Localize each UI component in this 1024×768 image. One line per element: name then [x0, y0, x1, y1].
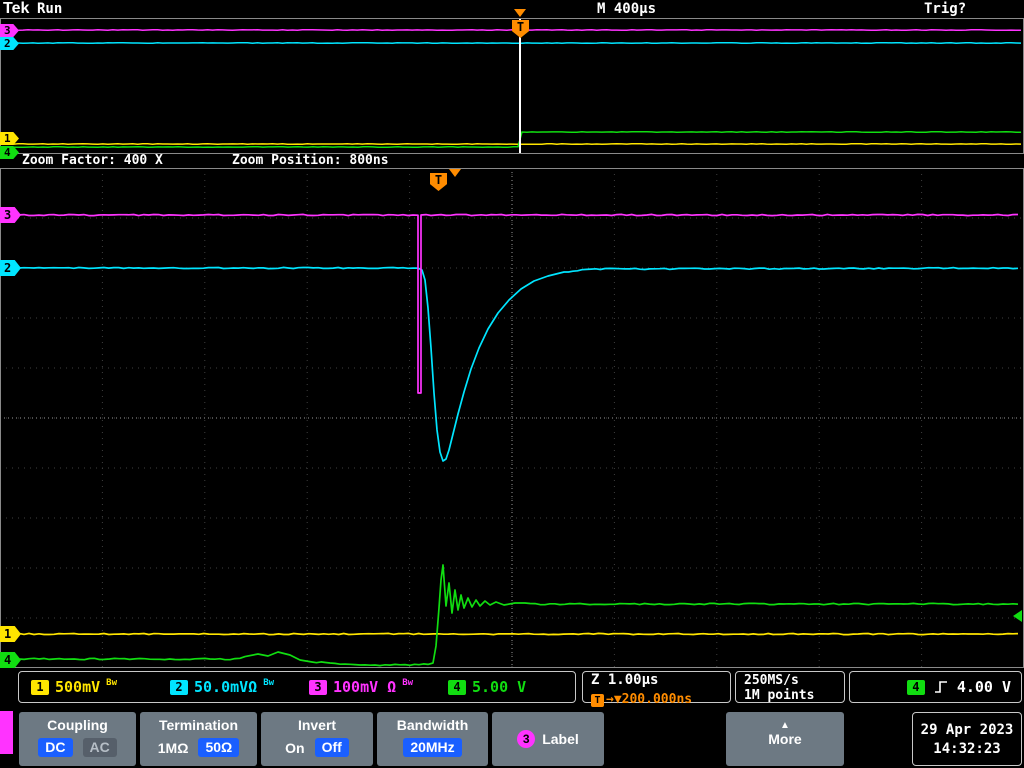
- coupling-title: Coupling: [47, 717, 108, 733]
- more-label: More: [768, 731, 802, 747]
- ch2-bandwidth-limit-indicator: Bw: [263, 678, 275, 688]
- bandwidth-value-option[interactable]: 20MHz: [403, 738, 462, 757]
- invert-title: Invert: [297, 717, 337, 733]
- more-button[interactable]: ▲ More: [726, 712, 844, 766]
- ch3-readout-badge: 3: [309, 679, 327, 695]
- label-button[interactable]: 3 Label: [492, 712, 604, 766]
- ch3-scale-value: 100mV Ω: [333, 678, 397, 696]
- zoom-scale-value: Z 1.00µs: [591, 672, 659, 688]
- oscilloscope-screen: Tek Run M 400µs Trig? 3 2 1 4 T Zoom Fac…: [0, 0, 1024, 768]
- ch1-readout-badge: 1: [31, 679, 49, 695]
- trigger-t-icon: T: [591, 694, 604, 707]
- zoom-scale-readout-box: Z 1.00µs T →▼200.000ns: [582, 671, 731, 707]
- acquisition-readout-box: 250MS/s 1M points: [735, 671, 845, 703]
- ch4-scale-value: 5.00 V: [472, 678, 527, 696]
- trigger-readout-box: 4 4.00 V: [849, 671, 1022, 703]
- ch1-readout: 1 500mV Bw: [19, 678, 158, 696]
- zoom-info-bar: Zoom Factor: 400 X Zoom Position: 800ns: [0, 154, 1024, 168]
- trigger-level-value: 4.00 V: [956, 678, 1011, 696]
- ch2-scale-value: 50.0mVΩ: [194, 678, 258, 696]
- ch1-scale-value: 500mV: [55, 678, 101, 696]
- invert-off-option[interactable]: Off: [314, 738, 349, 757]
- trigger-position-arrow-main: [449, 169, 461, 177]
- time-value: 14:32:23: [933, 740, 1001, 757]
- overview-waveform-window: [0, 18, 1024, 154]
- label-title: Label: [542, 731, 579, 747]
- date-time-display: 29 Apr 2023 14:32:23: [912, 712, 1022, 766]
- trigger-level-arrow: [1013, 610, 1022, 622]
- invert-button[interactable]: Invert On Off: [261, 712, 373, 766]
- sample-rate-value: 250MS/s: [744, 673, 799, 688]
- trigger-source-badge: 4: [906, 679, 925, 695]
- ch2-readout-badge: 2: [170, 679, 188, 695]
- trigger-status: Trig?: [924, 1, 967, 17]
- date-value: 29 Apr 2023: [920, 721, 1014, 738]
- ch1-bandwidth-limit-indicator: Bw: [106, 678, 117, 688]
- trigger-delay-value: 200.000ns: [621, 692, 693, 707]
- channel-readouts-box: 1 500mV Bw 2 50.0mVΩ Bw 3 100mV Ω Bw 4 5…: [18, 671, 576, 703]
- termination-title: Termination: [158, 717, 239, 733]
- acquisition-status: Run: [37, 1, 63, 17]
- invert-on-option[interactable]: On: [285, 740, 304, 756]
- more-up-arrow-icon: ▲: [780, 720, 790, 731]
- tek-logo: Tek: [3, 0, 30, 17]
- main-waveform-window: [0, 168, 1024, 668]
- trigger-position-arrow-overview: [514, 9, 526, 17]
- record-length-value: 1M points: [744, 688, 815, 703]
- zoom-position-label: Zoom Position: 800ns: [232, 153, 389, 168]
- ch2-readout: 2 50.0mVΩ Bw: [158, 678, 297, 696]
- trigger-delay-readout: T →▼200.000ns: [591, 688, 730, 707]
- trigger-delay-arrows: →▼: [606, 692, 622, 707]
- coupling-button[interactable]: Coupling DC AC: [19, 712, 136, 766]
- zoom-factor-label: Zoom Factor: 400 X: [22, 153, 163, 168]
- coupling-dc-option[interactable]: DC: [38, 738, 73, 757]
- rising-edge-slope-icon: [934, 681, 947, 693]
- menu-channel-tab: [0, 711, 13, 754]
- termination-50ohm-option[interactable]: 50Ω: [198, 738, 240, 757]
- coupling-ac-option[interactable]: AC: [82, 738, 117, 757]
- label-channel-badge: 3: [517, 730, 536, 748]
- termination-button[interactable]: Termination 1MΩ 50Ω: [140, 712, 257, 766]
- ch3-bandwidth-limit-indicator: Bw: [402, 678, 414, 688]
- bandwidth-title: Bandwidth: [396, 717, 469, 733]
- ch3-readout: 3 100mV Ω Bw: [297, 678, 436, 696]
- bandwidth-button[interactable]: Bandwidth 20MHz: [377, 712, 488, 766]
- termination-1mohm-option[interactable]: 1MΩ: [158, 740, 189, 756]
- ch4-readout-badge: 4: [448, 679, 466, 695]
- ch4-readout: 4 5.00 V: [436, 678, 575, 696]
- timebase-readout: M 400µs: [597, 1, 657, 17]
